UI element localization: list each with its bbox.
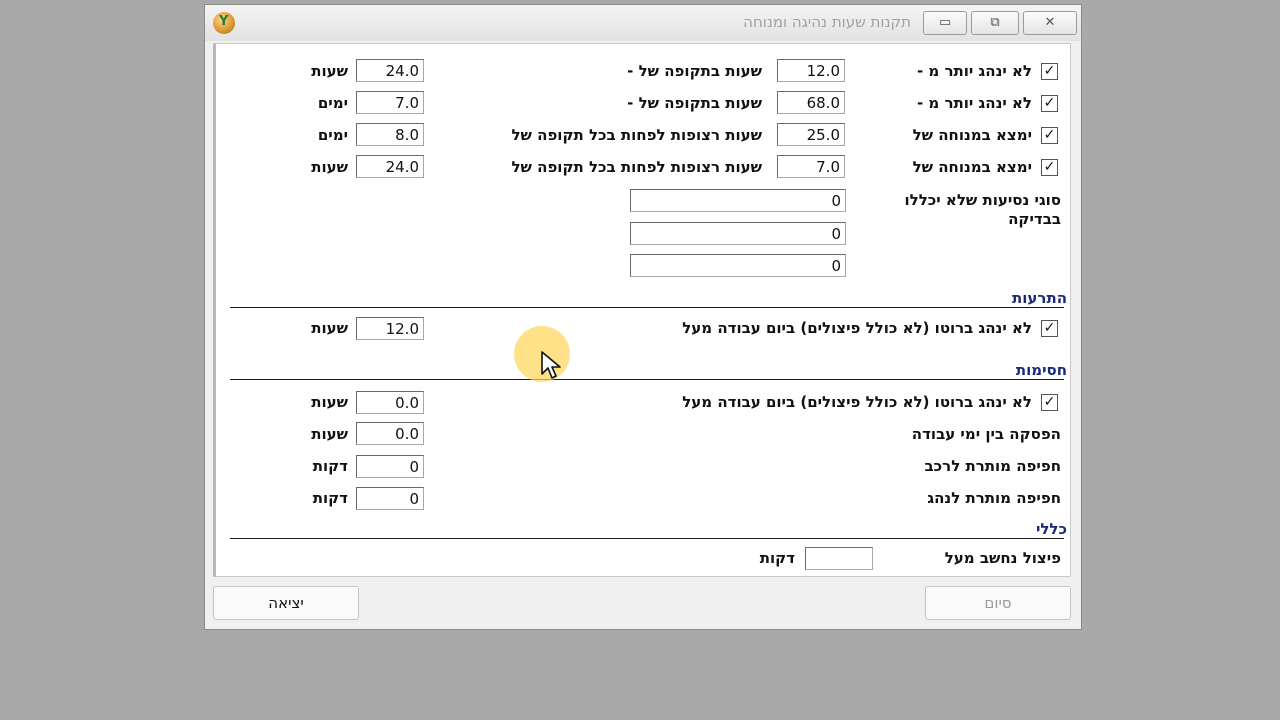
window-title: תקנות שעות נהיגה ומנוחה xyxy=(743,13,911,31)
rule-3-unit: ימים xyxy=(317,126,348,144)
rule-1-unit: שעות xyxy=(311,62,348,80)
rule-4-label: ימצא במנוחה של xyxy=(912,158,1032,176)
rule-4-hours-input[interactable]: 7.0 xyxy=(777,155,845,178)
rule-3-checkbox[interactable]: ✓ xyxy=(1041,127,1058,144)
exit-button[interactable]: יציאה xyxy=(213,586,359,620)
finish-button[interactable]: סיום xyxy=(925,586,1071,620)
vehicle-overlap-label: חפיפה מותרת לרכב xyxy=(924,457,1061,475)
app-icon-glyph: Y xyxy=(219,14,229,29)
rule-4-unit: שעות xyxy=(311,158,348,176)
rule-1-label: לא ינהג יותר מ - xyxy=(916,62,1032,80)
mouse-pointer-icon xyxy=(541,351,561,379)
general-section-title: כללי xyxy=(1035,520,1067,538)
break-between-days-input[interactable]: 0.0 xyxy=(356,422,424,445)
rule-3-label: ימצא במנוחה של xyxy=(912,126,1032,144)
alert-gross-checkbox[interactable]: ✓ xyxy=(1041,320,1058,337)
vehicle-overlap-input[interactable]: 0 xyxy=(356,455,424,478)
rule-3-period-input[interactable]: 8.0 xyxy=(356,123,424,146)
rule-2-hours-input[interactable]: 68.0 xyxy=(777,91,845,114)
app-icon[interactable]: Y xyxy=(213,12,235,34)
driver-overlap-input[interactable]: 0 xyxy=(356,487,424,510)
rule-4-mid-label: שעות רצופות לפחות בכל תקופה של xyxy=(511,158,762,176)
block-gross-unit: שעות xyxy=(311,393,348,411)
excluded-trip-input-2[interactable]: 0 xyxy=(630,222,846,245)
rule-1-hours-input[interactable]: 12.0 xyxy=(777,59,845,82)
break-between-days-label: הפסקה בין ימי עבודה xyxy=(911,425,1061,443)
alert-gross-unit: שעות xyxy=(311,319,348,337)
alert-gross-input[interactable]: 12.0 xyxy=(356,317,424,340)
excluded-trip-input-1[interactable]: 0 xyxy=(630,189,846,212)
blocks-section-title: חסימות xyxy=(1015,361,1067,379)
block-gross-checkbox[interactable]: ✓ xyxy=(1041,394,1058,411)
rule-2-label: לא ינהג יותר מ - xyxy=(916,94,1032,112)
rule-3-hours-input[interactable]: 25.0 xyxy=(777,123,845,146)
excluded-trip-input-3[interactable]: 0 xyxy=(630,254,846,277)
split-threshold-input[interactable] xyxy=(805,547,873,570)
rule-3-mid-label: שעות רצופות לפחות בכל תקופה של xyxy=(511,126,762,144)
title-bar[interactable]: Y תקנות שעות נהיגה ומנוחה ▭ ⧉ ✕ xyxy=(205,5,1081,41)
blocks-divider xyxy=(230,379,1064,380)
close-icon: ✕ xyxy=(1044,15,1056,30)
general-divider xyxy=(230,538,1064,539)
alert-gross-label: לא ינהג ברוטו (לא כולל פיצולים) ביום עבו… xyxy=(682,319,1032,337)
rule-4-checkbox[interactable]: ✓ xyxy=(1041,159,1058,176)
rule-1-mid-label: שעות בתקופה של - xyxy=(627,62,762,80)
minimize-icon: ▭ xyxy=(938,15,952,30)
minimize-button[interactable]: ▭ xyxy=(923,11,967,35)
close-button[interactable]: ✕ xyxy=(1023,11,1077,35)
rule-1-period-input[interactable]: 24.0 xyxy=(356,59,424,82)
rule-2-unit: ימים xyxy=(317,94,348,112)
maximize-button[interactable]: ⧉ xyxy=(971,11,1019,35)
maximize-icon: ⧉ xyxy=(990,15,1000,30)
alerts-divider xyxy=(230,307,1064,308)
driver-overlap-unit: דקות xyxy=(312,489,348,507)
split-threshold-label: פיצול נחשב מעל xyxy=(944,549,1061,567)
rule-2-checkbox[interactable]: ✓ xyxy=(1041,95,1058,112)
rule-4-period-input[interactable]: 24.0 xyxy=(356,155,424,178)
excluded-trips-label: סוגי נסיעות שלא יכללו xyxy=(904,191,1061,209)
settings-panel: ✓ לא ינהג יותר מ - 12.0 שעות בתקופה של -… xyxy=(213,43,1071,577)
block-gross-label: לא ינהג ברוטו (לא כולל פיצולים) ביום עבו… xyxy=(682,393,1032,411)
driver-overlap-label: חפיפה מותרת לנהג xyxy=(927,489,1061,507)
dialog-window: Y תקנות שעות נהיגה ומנוחה ▭ ⧉ ✕ ✓ לא ינה… xyxy=(204,4,1082,630)
vehicle-overlap-unit: דקות xyxy=(312,457,348,475)
rule-2-mid-label: שעות בתקופה של - xyxy=(627,94,762,112)
break-between-days-unit: שעות xyxy=(311,425,348,443)
rule-2-period-input[interactable]: 7.0 xyxy=(356,91,424,114)
rule-1-checkbox[interactable]: ✓ xyxy=(1041,63,1058,80)
split-threshold-unit: דקות xyxy=(759,549,795,567)
excluded-trips-label-2: בבדיקה xyxy=(1008,210,1061,228)
block-gross-input[interactable]: 0.0 xyxy=(356,391,424,414)
alerts-section-title: התרעות xyxy=(1012,289,1067,307)
